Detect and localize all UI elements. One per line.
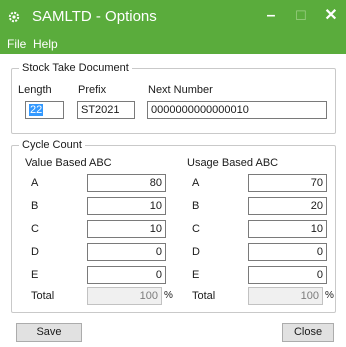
prefix-label: Prefix [78, 84, 107, 96]
cycle-count-legend: Cycle Count [19, 139, 85, 151]
next-number-label: Next Number [148, 84, 213, 96]
row-label-b: B [31, 200, 39, 212]
stock-take-legend: Stock Take Document [19, 62, 132, 74]
row-label-e: E [31, 269, 39, 281]
value-a-field[interactable]: 80 [87, 174, 166, 192]
value-d-field[interactable]: 0 [87, 243, 166, 261]
row-label-a: A [31, 177, 39, 189]
value-e-field[interactable]: 0 [87, 266, 166, 284]
value-total-label: Total [31, 290, 55, 302]
usage-total-field: 100 [248, 287, 323, 305]
close-button[interactable]: Close [282, 323, 334, 342]
usage-label-e: E [192, 269, 200, 281]
usage-c-field[interactable]: 10 [248, 220, 327, 238]
usage-label-c: C [192, 223, 200, 235]
value-based-header: Value Based ABC [25, 157, 112, 169]
maximize-button[interactable]: ☐ [286, 4, 316, 28]
value-c-field[interactable]: 10 [87, 220, 166, 238]
title-bar: SAMLTD - Options – ☐ ✕ [0, 0, 346, 34]
usage-based-header: Usage Based ABC [187, 157, 279, 169]
window-title: SAMLTD - Options [32, 8, 157, 25]
menu-file[interactable]: File [7, 37, 26, 51]
gear-icon [8, 11, 20, 23]
value-total-field: 100 [87, 287, 162, 305]
length-label: Length [18, 84, 52, 96]
usage-d-field[interactable]: 0 [248, 243, 327, 261]
menu-help[interactable]: Help [33, 37, 58, 51]
menu-bar: File Help [0, 34, 346, 54]
usage-percent-sign: % [325, 290, 334, 301]
row-label-d: D [31, 246, 39, 258]
length-field[interactable]: 22 [25, 101, 64, 119]
close-window-button[interactable]: ✕ [316, 4, 346, 28]
usage-total-label: Total [192, 290, 216, 302]
usage-label-a: A [192, 177, 200, 189]
usage-a-field[interactable]: 70 [248, 174, 327, 192]
row-label-c: C [31, 223, 39, 235]
usage-b-field[interactable]: 20 [248, 197, 327, 215]
usage-label-b: B [192, 200, 200, 212]
next-number-field[interactable]: 0000000000000010 [147, 101, 327, 119]
save-button[interactable]: Save [16, 323, 82, 342]
minimize-button[interactable]: – [256, 4, 286, 28]
length-value: 22 [29, 104, 44, 116]
usage-label-d: D [192, 246, 200, 258]
value-percent-sign: % [164, 290, 173, 301]
usage-e-field[interactable]: 0 [248, 266, 327, 284]
value-b-field[interactable]: 10 [87, 197, 166, 215]
prefix-field[interactable]: ST2021 [77, 101, 135, 119]
